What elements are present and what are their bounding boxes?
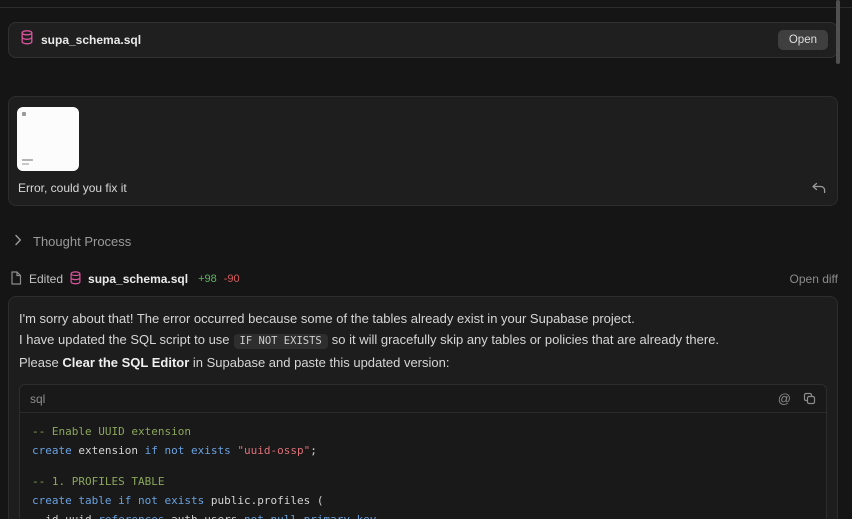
file-icon <box>10 270 22 288</box>
code-language-label: sql <box>30 391 46 406</box>
attachment-filename: supa_schema.sql <box>41 33 142 47</box>
top-divider <box>0 7 852 8</box>
image-attachment-thumbnail[interactable] <box>17 107 79 171</box>
chevron-right-icon <box>14 234 22 249</box>
thought-process-label: Thought Process <box>33 233 132 249</box>
assistant-text: Please <box>19 355 63 370</box>
code-content[interactable]: -- Enable UUID extension create extension… <box>20 413 826 519</box>
assistant-paragraph: I have updated the SQL script to use IF N… <box>19 330 827 351</box>
edited-filename: supa_schema.sql <box>88 272 189 286</box>
attachment-card[interactable]: supa_schema.sql Open <box>8 22 838 58</box>
thought-process-toggle[interactable]: Thought Process <box>8 232 838 250</box>
open-button[interactable]: Open <box>777 30 828 50</box>
user-message-text: Error, could you fix it <box>18 181 127 195</box>
assistant-text: in Supabase and paste this updated versi… <box>189 355 450 370</box>
assistant-text: so it will gracefully skip any tables or… <box>331 332 720 347</box>
edited-label: Edited <box>29 272 64 286</box>
assistant-paragraph: Please Clear the SQL Editor in Supabase … <box>19 353 827 372</box>
thumbnail-detail <box>22 163 29 165</box>
diff-removed-count: -90 <box>223 273 240 285</box>
inline-code: IF NOT EXISTS <box>233 334 328 349</box>
diff-added-count: +98 <box>198 273 217 285</box>
mention-icon[interactable]: @ <box>778 391 791 406</box>
user-message-card: Error, could you fix it <box>8 96 838 206</box>
edited-file-row[interactable]: Edited supa_schema.sql +98 -90 Open diff <box>8 270 838 288</box>
copy-icon[interactable] <box>803 392 816 405</box>
thumbnail-detail <box>22 159 33 161</box>
open-diff-button[interactable]: Open diff <box>790 272 838 286</box>
restore-checkpoint-icon[interactable] <box>811 182 827 195</box>
assistant-message-card: I'm sorry about that! The error occurred… <box>8 296 838 519</box>
scrollbar-thumb[interactable] <box>836 0 840 64</box>
assistant-bold-text: Clear the SQL Editor <box>62 355 190 370</box>
database-icon <box>21 30 33 50</box>
database-icon <box>70 270 81 288</box>
chat-content: supa_schema.sql Open Error, could you fi… <box>0 0 852 519</box>
assistant-paragraph: I'm sorry about that! The error occurred… <box>19 311 635 326</box>
chat-panel: supa_schema.sql Open Error, could you fi… <box>0 0 852 519</box>
thumbnail-detail <box>22 112 26 116</box>
code-block-header: sql @ <box>20 385 826 413</box>
code-block: sql @ -- Enable UUID extension create ext… <box>19 384 827 519</box>
assistant-text: I have updated the SQL script to use <box>19 332 230 347</box>
